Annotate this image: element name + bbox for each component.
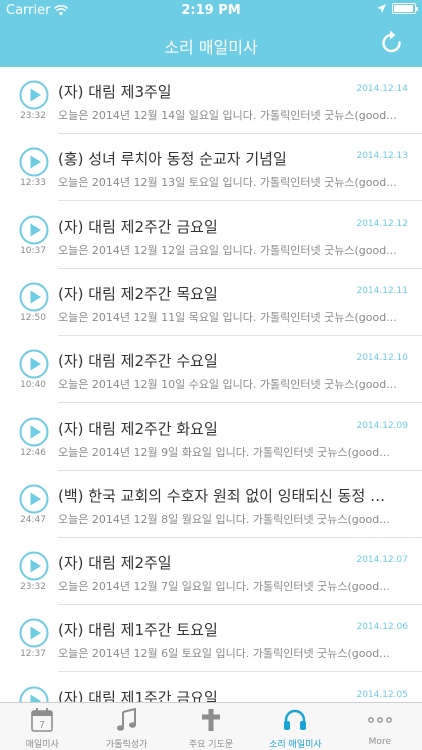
tab-catholic-hymns[interactable]: 가톨릭성가 [84,703,168,750]
play-icon[interactable] [19,417,49,447]
item-description: 오늘은 2014년 12월 14일 일요일 입니다. 가톨릭인터넷 굿뉴스(go… [58,109,397,122]
status-bar: Carrier 2:19 PM [0,0,422,22]
tab-label: 가톨릭성가 [105,740,148,750]
play-icon[interactable] [19,686,49,702]
duration-label: 12:37 [20,649,46,660]
tab-label: 매일미사 [25,740,59,750]
tab-label: 주요 기도문 [188,740,234,750]
tab-bar: 7 매일미사 가톨릭성가 주요 기도문 소리 매일미사 More [0,702,422,750]
play-icon[interactable] [19,551,49,581]
play-icon[interactable] [19,349,49,379]
navigation-bar: Carrier 2:19 PM 소리 매일미사 [0,0,422,67]
item-date: 2014.12.09 [356,420,408,431]
duration-label: 10:40 [20,380,46,391]
duration-label: 23:32 [20,582,46,593]
item-title: (홍) 성녀 루치아 동정 순교자 기념일 [58,150,287,169]
svg-text:7: 7 [39,720,45,731]
play-icon[interactable] [19,484,49,514]
tab-more[interactable]: More [338,703,422,750]
cross-icon [202,709,221,731]
list-item[interactable]: 23:32 (자) 대림 제3주일 2014.12.14 오늘은 2014년 12월 … [0,67,422,134]
tab-main-prayers[interactable]: 주요 기도문 [169,703,253,750]
item-date: 2014.12.07 [356,555,408,566]
list-item[interactable]: 12:46 (자) 대림 제2주간 화요일 2014.12.09 오늘은 2014년 … [0,404,422,471]
item-date: 2014.12.11 [356,285,408,296]
play-icon[interactable] [19,80,49,110]
item-date: 2014.12.05 [356,689,408,700]
item-description: 오늘은 2014년 12월 8일 월요일 입니다. 가톨릭인터넷 굿뉴스(goo… [58,512,390,526]
item-description: 오늘은 2014년 12월 9일 화요일 입니다. 가톨릭인터넷 굿뉴스(goo… [58,445,390,459]
item-date: 2014.12.12 [356,218,408,229]
refresh-icon[interactable] [380,30,404,56]
duration-label: 12:50 [20,312,46,323]
more-icon [367,717,392,723]
item-description: 오늘은 2014년 12월 13일 토요일 입니다. 가톨릭인터넷 굿뉴스(go… [58,176,397,190]
item-date: 2014.12.14 [356,84,408,94]
duration-label: 12:46 [20,447,46,458]
list-item[interactable]: 12:37 (자) 대림 제1주간 토요일 2014.12.06 오늘은 2014년 … [0,605,422,673]
item-date: 2014.12.10 [356,353,408,364]
item-description: 오늘은 2014년 12월 12일 금요일 입니다. 가톨릭인터넷 굿뉴스(go… [58,243,397,257]
item-description: 오늘은 2014년 12월 6일 토요일 입니다. 가톨릭인터넷 굿뉴스(goo… [58,647,390,661]
duration-label: 23:32 [20,111,46,121]
item-title: (자) 대림 제2주간 금요일 [58,217,218,236]
list-item[interactable]: 12:33 (홍) 성녀 루치아 동정 순교자 기념일 2014.12.13 오늘은 … [0,134,422,202]
item-title: (백) 한국 교회의 수호자 원죄 없이 잉태되신 동정 마리... [58,486,398,505]
play-icon[interactable] [19,215,49,245]
list-item[interactable]: 10:40 (자) 대림 제2주간 수요일 2014.12.10 오늘은 2014년 … [0,336,422,404]
list-item[interactable]: 12:50 (자) 대림 제2주간 목요일 2014.12.11 오늘은 2014년 … [0,269,422,336]
item-description: 오늘은 2014년 12월 7일 일요일 입니다. 가톨릭인터넷 굿뉴스(goo… [58,580,390,594]
item-title: (자) 대림 제2주일 [58,554,172,573]
item-date: 2014.12.06 [356,622,408,633]
list-item[interactable]: 23:32 (자) 대림 제2주일 2014.12.07 오늘은 2014년 12월 … [0,538,422,606]
tab-audio-daily-mass[interactable]: 소리 매일미사 [253,703,337,750]
item-title: (자) 대림 제1주간 금요일 [58,688,218,702]
item-title: (자) 대림 제2주간 수요일 [58,352,218,371]
item-title: (자) 대림 제3주일 [58,83,172,101]
play-icon[interactable] [19,618,49,648]
calendar-icon: 7 [31,708,54,732]
battery-icon [392,3,418,14]
play-icon[interactable] [19,147,49,177]
tab-daily-mass[interactable]: 7 매일미사 [0,703,84,750]
item-title: (자) 대림 제1주간 토요일 [58,621,218,640]
duration-label: 24:47 [20,514,46,525]
item-date: 2014.12.13 [356,151,408,162]
item-title: (자) 대림 제2주간 화요일 [58,419,218,438]
list-item[interactable]: 24:47 (백) 한국 교회의 수호자 원죄 없이 잉태되신 동정 마리... 오… [0,471,422,538]
list-item[interactable]: (자) 대림 제1주간 금요일 2014.12.05 [0,673,422,702]
music-note-icon [116,708,136,731]
tab-label: 소리 매일미사 [269,740,322,750]
tab-label: More [368,737,391,747]
page-title: 소리 매일미사 [164,38,258,57]
mass-audio-list: 23:32 (자) 대림 제3주일 2014.12.14 오늘은 2014년 12월 … [0,67,422,702]
status-right [377,3,418,14]
location-arrow-icon [377,4,386,13]
duration-label: 10:37 [20,245,46,256]
list-item[interactable]: 10:37 (자) 대림 제2주간 금요일 2014.12.12 오늘은 2014년 … [0,202,422,269]
duration-label: 12:33 [20,178,46,189]
item-description: 오늘은 2014년 12월 10일 수요일 입니다. 가톨릭인터넷 굿뉴스(go… [58,378,397,392]
item-title: (자) 대림 제2주간 목요일 [58,284,218,303]
item-description: 오늘은 2014년 12월 11일 목요일 입니다. 가톨릭인터넷 굿뉴스(go… [58,310,397,324]
headphones-icon [284,709,307,730]
status-time: 2:19 PM [181,3,241,18]
play-icon[interactable] [19,282,49,312]
